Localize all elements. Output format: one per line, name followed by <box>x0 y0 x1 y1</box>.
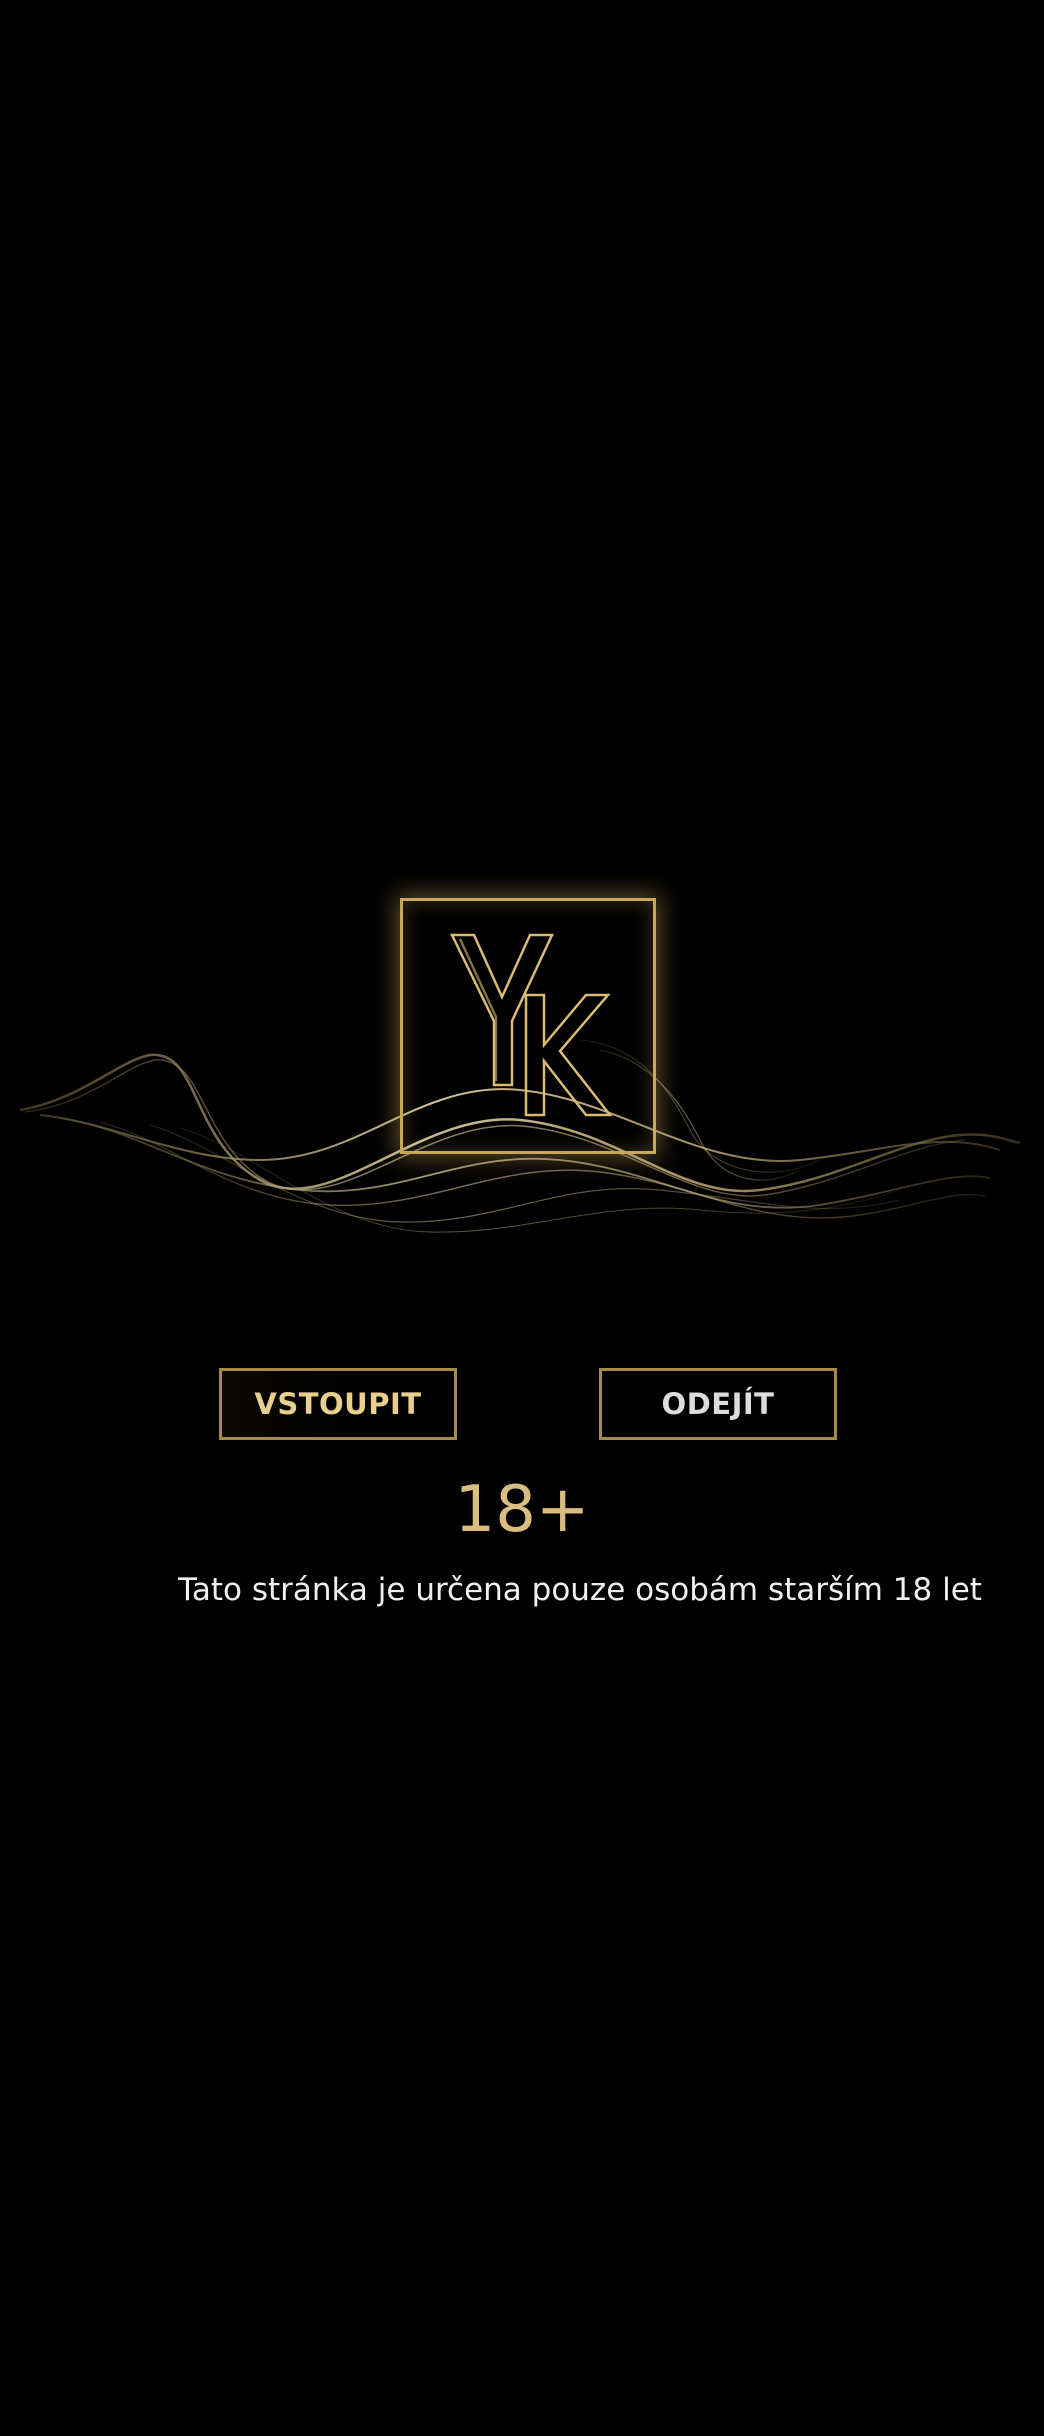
exit-button[interactable]: ODEJÍT <box>599 1368 837 1440</box>
enter-button[interactable]: VSTOUPIT <box>219 1368 457 1440</box>
age-label: 18+ <box>454 1473 590 1547</box>
yk-logo-icon <box>440 925 616 1125</box>
age-notice: Tato stránka je určena pouze osobám star… <box>178 1572 982 1608</box>
